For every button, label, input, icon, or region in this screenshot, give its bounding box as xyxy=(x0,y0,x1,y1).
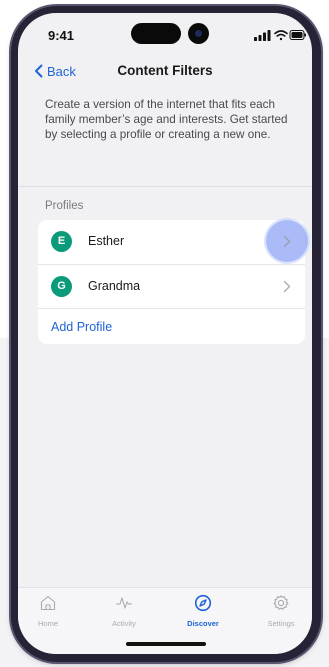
chevron-right-icon xyxy=(283,280,291,293)
status-icons xyxy=(254,30,306,41)
profile-row-esther[interactable]: E Esther xyxy=(38,220,308,264)
tab-discover[interactable]: Discover xyxy=(173,594,233,628)
home-indicator xyxy=(126,642,206,646)
tab-label: Settings xyxy=(267,619,295,628)
add-profile-label: Add Profile xyxy=(51,320,113,334)
profiles-list: E Esther G Grandma Add Profile xyxy=(38,220,308,345)
tab-home[interactable]: Home xyxy=(18,594,78,628)
tab-label: Activity xyxy=(112,619,136,628)
phone-screen: 9:41 Back Content Filters Create a versi… xyxy=(18,13,312,654)
tab-label: Home xyxy=(37,619,58,628)
tab-settings[interactable]: Settings xyxy=(251,594,311,628)
compass-icon xyxy=(194,594,212,612)
tab-activity[interactable]: Activity xyxy=(94,594,154,628)
signal-icon xyxy=(254,30,271,41)
avatar: G xyxy=(51,276,72,297)
profiles-section-header: Profiles xyxy=(45,200,84,212)
avatar: E xyxy=(51,231,72,252)
status-bar: 9:41 xyxy=(18,13,312,61)
battery-icon xyxy=(289,30,306,40)
status-time: 9:41 xyxy=(48,28,75,43)
add-profile-link[interactable]: Add Profile xyxy=(38,308,305,345)
phone-frame: 9:41 Back Content Filters Create a versi… xyxy=(11,6,321,662)
page-title: Content Filters xyxy=(117,63,213,78)
home-icon xyxy=(40,595,56,611)
profile-name: Grandma xyxy=(88,279,141,293)
tab-label: Discover xyxy=(187,619,219,628)
camera-icon xyxy=(188,23,209,44)
profile-row-grandma[interactable]: G Grandma xyxy=(38,264,305,309)
activity-icon xyxy=(115,597,133,609)
intro-description: Create a version of the internet that fi… xyxy=(45,98,288,141)
gear-icon xyxy=(273,595,289,610)
dynamic-island xyxy=(131,23,181,44)
navigation-bar: Back Content Filters xyxy=(18,57,312,87)
profile-name: Esther xyxy=(88,234,125,248)
section-divider xyxy=(18,186,312,187)
chevron-right-icon xyxy=(283,235,291,248)
wifi-icon xyxy=(274,30,288,41)
